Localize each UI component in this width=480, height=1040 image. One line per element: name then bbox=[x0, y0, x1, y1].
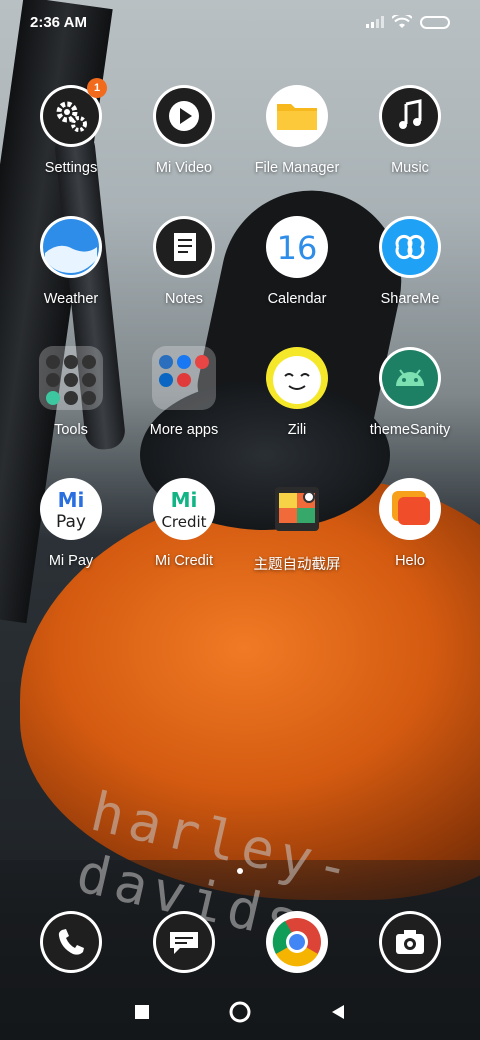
page-indicator bbox=[0, 868, 480, 874]
zili-face-icon bbox=[266, 347, 328, 409]
app-label: File Manager bbox=[254, 160, 340, 176]
app-mi-pay[interactable]: Mi Pay Mi Pay bbox=[15, 477, 127, 597]
mi-credit-logo-bottom: Credit bbox=[161, 513, 206, 531]
app-weather[interactable]: Weather bbox=[15, 215, 127, 335]
home-button[interactable] bbox=[228, 1000, 252, 1024]
app-label: ShareMe bbox=[380, 291, 440, 307]
tools-folder-icon bbox=[39, 346, 103, 410]
app-label: Music bbox=[391, 160, 429, 176]
app-label: themeSanity bbox=[369, 422, 451, 438]
dock bbox=[0, 910, 480, 980]
dock-messages[interactable] bbox=[128, 910, 240, 980]
battery-icon bbox=[420, 15, 450, 29]
app-mi-video[interactable]: Mi Video bbox=[128, 84, 240, 204]
app-label: Notes bbox=[165, 291, 203, 307]
app-label: Mi Video bbox=[155, 160, 213, 176]
android-icon bbox=[379, 347, 441, 409]
mi-pay-logo-bottom: Pay bbox=[56, 512, 86, 532]
app-helo[interactable]: Helo bbox=[354, 477, 466, 597]
mi-pay-logo-top: Mi bbox=[58, 488, 85, 512]
app-themesanity[interactable]: themeSanity bbox=[354, 346, 466, 466]
mi-pay-icon: Mi Pay bbox=[40, 478, 102, 540]
app-settings[interactable]: 1 Settings bbox=[15, 78, 127, 204]
status-icons bbox=[366, 15, 450, 29]
dock-phone[interactable] bbox=[15, 910, 127, 980]
recents-square-icon bbox=[135, 1005, 149, 1019]
helo-chat-icon bbox=[379, 478, 441, 540]
apps-folder-icon bbox=[152, 346, 216, 410]
app-mi-credit[interactable]: Mi Credit Mi Credit bbox=[128, 477, 240, 597]
back-button[interactable] bbox=[326, 1000, 350, 1024]
notes-icon bbox=[153, 216, 215, 278]
calendar-day: 16 bbox=[277, 229, 318, 267]
app-music[interactable]: Music bbox=[354, 84, 466, 204]
calendar-icon: 16 bbox=[266, 216, 328, 278]
app-label: Mi Pay bbox=[48, 553, 94, 569]
app-label: Calendar bbox=[267, 291, 327, 307]
app-file-manager[interactable]: File Manager bbox=[241, 84, 353, 204]
chrome-icon bbox=[266, 911, 328, 973]
mi-credit-logo-top: Mi bbox=[171, 488, 198, 512]
folder-icon bbox=[266, 85, 328, 147]
dock-camera[interactable] bbox=[354, 910, 466, 980]
app-shareme[interactable]: ShareMe bbox=[354, 215, 466, 335]
home-circle-icon bbox=[229, 1001, 251, 1023]
app-calendar[interactable]: 16 Calendar bbox=[241, 215, 353, 335]
app-label: 主题自动截屏 bbox=[253, 557, 341, 573]
navigation-bar bbox=[0, 990, 480, 1034]
screenshot-picture-icon bbox=[275, 487, 319, 531]
app-label: Settings bbox=[44, 160, 98, 176]
app-zili[interactable]: Zili bbox=[241, 346, 353, 466]
music-note-icon bbox=[379, 85, 441, 147]
folder-more-apps[interactable]: More apps bbox=[128, 346, 240, 466]
app-notes[interactable]: Notes bbox=[128, 215, 240, 335]
app-label: Tools bbox=[54, 422, 88, 438]
play-icon bbox=[153, 85, 215, 147]
camera-icon bbox=[379, 911, 441, 973]
folder-tools[interactable]: Tools bbox=[15, 346, 127, 466]
mi-credit-icon: Mi Credit bbox=[153, 478, 215, 540]
app-theme-screenshot[interactable]: 主题自动截屏 bbox=[241, 477, 353, 597]
weather-icon bbox=[40, 216, 102, 278]
wifi-icon bbox=[392, 15, 412, 28]
phone-icon bbox=[40, 911, 102, 973]
infinity-icon bbox=[379, 216, 441, 278]
status-bar: 2:36 AM bbox=[0, 0, 480, 44]
app-label: Mi Credit bbox=[154, 553, 213, 569]
app-label: Helo bbox=[395, 553, 425, 569]
back-triangle-icon bbox=[332, 1005, 344, 1019]
signal-icon bbox=[366, 16, 384, 28]
page-dot-active bbox=[237, 868, 243, 874]
message-icon bbox=[153, 911, 215, 973]
app-label: Zili bbox=[287, 422, 307, 438]
notification-badge: 1 bbox=[87, 78, 107, 98]
dock-chrome[interactable] bbox=[241, 910, 353, 980]
app-label: Weather bbox=[43, 291, 99, 307]
recents-button[interactable] bbox=[130, 1000, 154, 1024]
app-label: More apps bbox=[149, 422, 219, 438]
status-time: 2:36 AM bbox=[30, 13, 87, 31]
